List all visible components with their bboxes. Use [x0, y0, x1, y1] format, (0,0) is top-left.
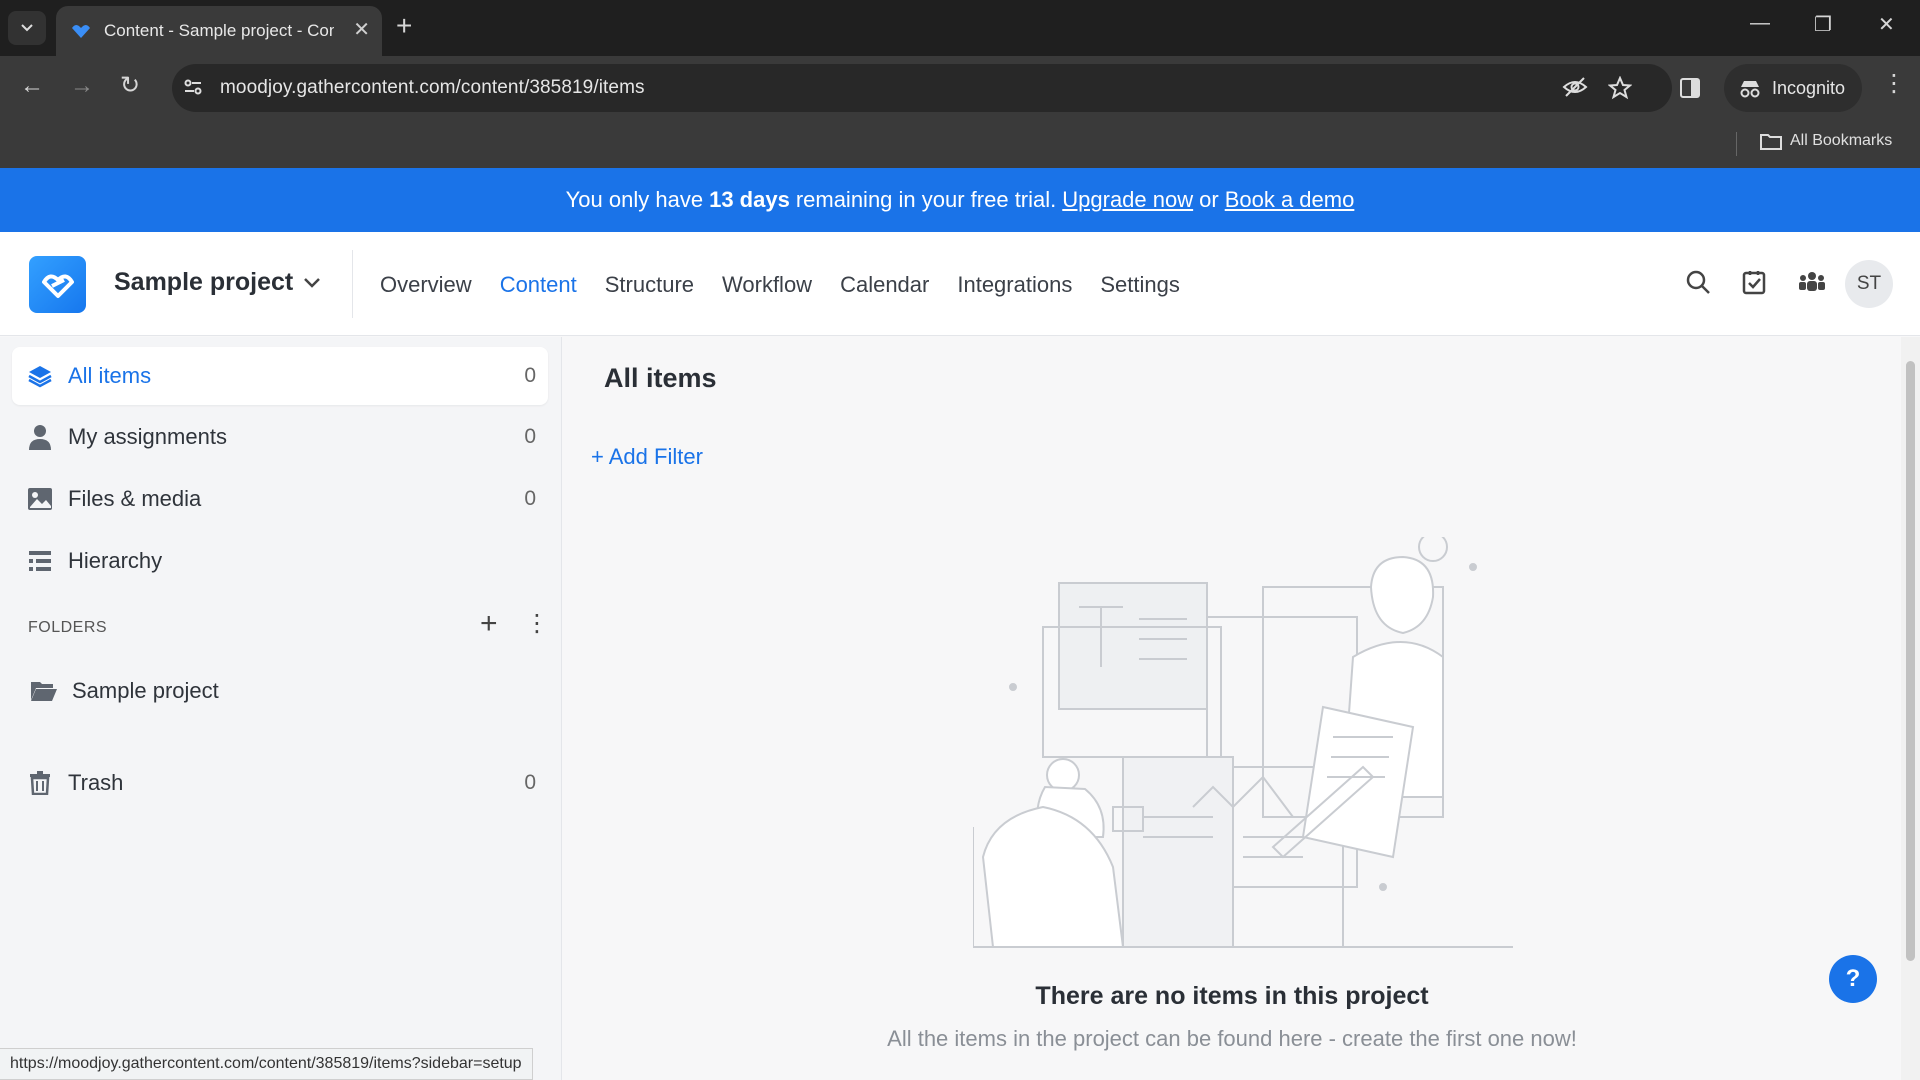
team-users-icon[interactable] — [1797, 268, 1827, 296]
search-icon[interactable] — [1684, 268, 1712, 296]
help-button[interactable]: ? — [1829, 955, 1877, 1003]
add-filter-button[interactable]: + Add Filter — [591, 444, 703, 470]
browser-tab-bar: Content - Sample project - Con ✕ + — ❐ ✕ — [0, 0, 1920, 56]
upgrade-now-link[interactable]: Upgrade now — [1062, 187, 1193, 213]
user-avatar[interactable]: ST — [1845, 260, 1893, 308]
address-bar[interactable]: moodjoy.gathercontent.com/content/385819… — [172, 64, 1672, 112]
nav-workflow[interactable]: Workflow — [722, 272, 812, 298]
incognito-indicator[interactable]: Incognito — [1724, 64, 1862, 112]
empty-state-subtitle: All the items in the project can be foun… — [887, 1026, 1577, 1051]
chevron-down-icon — [21, 24, 33, 32]
bookmarks-divider — [1736, 132, 1737, 156]
folder-item-sample-project[interactable]: Sample project — [12, 662, 548, 720]
sidebar-item-all-items[interactable]: All items 0 — [12, 347, 548, 405]
bookmarks-bar: All Bookmarks — [0, 120, 1920, 168]
main-scrollbar[interactable] — [1901, 337, 1920, 1080]
new-tab-button[interactable]: + — [396, 12, 412, 40]
tasks-checklist-icon[interactable] — [1740, 268, 1768, 296]
user-icon — [26, 423, 54, 451]
banner-or-text: or — [1199, 187, 1219, 212]
gathercontent-logo[interactable] — [29, 256, 86, 313]
page-title: All items — [604, 363, 717, 393]
forward-arrow-icon[interactable]: → — [70, 74, 94, 98]
folders-heading: FOLDERS — [28, 619, 108, 636]
nav-calendar[interactable]: Calendar — [840, 272, 929, 298]
folder-label: Sample project — [72, 678, 219, 703]
header-divider — [352, 250, 353, 318]
hierarchy-icon — [26, 547, 54, 575]
sidebar-item-count: 0 — [524, 771, 536, 794]
sidebar-item-count: 0 — [524, 425, 536, 448]
folder-icon — [1760, 134, 1782, 150]
project-name: Sample project — [114, 268, 294, 296]
banner-text-after: remaining in your free trial. — [795, 187, 1057, 212]
sidebar-item-hierarchy[interactable]: Hierarchy — [12, 532, 548, 590]
window-close-icon[interactable]: ✕ — [1878, 12, 1895, 37]
tab-title: Content - Sample project - Con — [104, 21, 334, 40]
empty-state-title: There are no items in this project — [1035, 982, 1429, 1010]
chevron-down-icon — [304, 277, 321, 288]
sidebar-item-label: Trash — [68, 770, 124, 795]
banner-days-remaining: 13 days — [709, 187, 790, 212]
scrollbar-thumb[interactable] — [1906, 361, 1915, 961]
status-bar-url: https://moodjoy.gathercontent.com/conten… — [0, 1048, 533, 1080]
sidebar-item-files-media[interactable]: Files & media 0 — [12, 470, 548, 528]
incognito-label: Incognito — [1772, 77, 1846, 98]
incognito-icon — [1740, 81, 1760, 98]
nav-structure[interactable]: Structure — [605, 272, 694, 298]
back-arrow-icon[interactable]: ← — [20, 74, 44, 98]
nav-settings[interactable]: Settings — [1100, 272, 1180, 298]
empty-state-illustration — [973, 537, 1513, 948]
reload-icon[interactable]: ↻ — [120, 74, 140, 98]
layers-icon — [26, 362, 54, 390]
trash-icon — [26, 769, 54, 797]
main-nav: Overview Content Structure Workflow Cale… — [380, 272, 1180, 298]
all-bookmarks-label: All Bookmarks — [1790, 132, 1893, 149]
side-panel-icon[interactable] — [1678, 76, 1702, 100]
sidebar-item-trash[interactable]: Trash 0 — [12, 754, 548, 812]
nav-content[interactable]: Content — [500, 272, 577, 298]
bookmark-star-icon[interactable] — [1608, 76, 1632, 100]
restore-icon[interactable]: ❐ — [1814, 12, 1832, 37]
sidebar-item-count: 0 — [524, 487, 536, 510]
content-main: All items + Add Filter There are no item… — [563, 337, 1901, 1080]
project-switcher[interactable]: Sample project — [114, 268, 321, 297]
all-bookmarks-button[interactable]: All Bookmarks — [1760, 132, 1892, 150]
url-text: moodjoy.gathercontent.com/content/385819… — [220, 77, 645, 98]
sidebar-item-label: All items — [68, 363, 152, 388]
app-header: Sample project Overview Content Structur… — [0, 232, 1920, 336]
tab-search-button[interactable] — [8, 11, 46, 45]
gathercontent-favicon-icon — [72, 25, 90, 38]
sidebar-item-count: 0 — [524, 364, 536, 387]
browser-toolbar: ← → ↻ moodjoy.gathercontent.com/content/… — [0, 56, 1920, 120]
sidebar-item-label: My assignments — [68, 424, 227, 449]
folders-more-icon[interactable]: ⋮ — [525, 609, 549, 639]
site-settings-icon[interactable] — [182, 76, 204, 98]
browser-tab-active[interactable]: Content - Sample project - Con ✕ — [56, 6, 382, 56]
tab-close-icon[interactable]: ✕ — [353, 20, 370, 40]
folder-open-icon — [30, 677, 58, 705]
add-folder-button[interactable]: + — [480, 609, 498, 639]
nav-overview[interactable]: Overview — [380, 272, 472, 298]
minimize-icon[interactable]: — — [1750, 12, 1770, 35]
browser-menu-icon[interactable]: ⋮ — [1882, 72, 1906, 96]
banner-text-before: You only have — [565, 187, 704, 212]
sidebar-item-my-assignments[interactable]: My assignments 0 — [12, 408, 548, 466]
image-icon — [26, 485, 54, 513]
nav-integrations[interactable]: Integrations — [957, 272, 1072, 298]
trial-banner: You only have 13 days remaining in your … — [0, 168, 1920, 232]
sidebar-item-label: Files & media — [68, 486, 202, 511]
content-sidebar: All items 0 My assignments 0 Files & med… — [0, 337, 562, 1080]
sidebar-item-label: Hierarchy — [68, 548, 163, 573]
eye-off-icon[interactable] — [1562, 76, 1588, 98]
logo-mark-icon — [41, 274, 74, 298]
book-demo-link[interactable]: Book a demo — [1225, 187, 1355, 213]
